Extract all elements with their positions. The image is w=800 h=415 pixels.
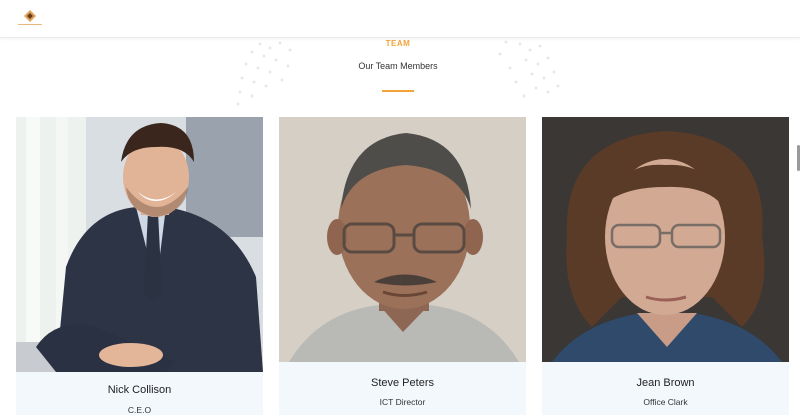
team-member-name: Jean Brown: [636, 377, 695, 389]
section-tag: TEAM: [385, 39, 411, 48]
team-card[interactable]: Nick Collison C.E.O: [16, 117, 263, 415]
diamond-logo-icon: [18, 10, 42, 25]
team-member-info: Nick Collison C.E.O: [16, 372, 263, 415]
section-title: Our Team Members: [358, 61, 438, 71]
page: TEAM Our Team Members Nick Collison C.E.…: [0, 0, 800, 415]
site-header: [0, 0, 800, 38]
team-member-photo: [542, 117, 789, 362]
team-member-photo: [16, 117, 263, 372]
team-member-photo: [279, 117, 526, 362]
team-member-role: C.E.O: [127, 405, 152, 415]
section-underline: [382, 90, 414, 92]
team-member-role: Office Clark: [643, 397, 688, 407]
team-member-name: Nick Collison: [107, 384, 172, 396]
team-member-info: Steve Peters ICT Director: [279, 362, 526, 415]
team-card[interactable]: Jean Brown Office Clark: [542, 117, 789, 415]
team-card[interactable]: Steve Peters ICT Director: [279, 117, 526, 415]
dotted-background-decoration: [236, 40, 560, 106]
portrait-image: [542, 117, 789, 362]
team-member-role: ICT Director: [379, 397, 426, 407]
logo-link[interactable]: [16, 9, 44, 27]
portrait-image: [279, 117, 526, 362]
team-member-info: Jean Brown Office Clark: [542, 362, 789, 415]
portrait-image: [16, 117, 263, 372]
team-member-name: Steve Peters: [371, 377, 434, 389]
